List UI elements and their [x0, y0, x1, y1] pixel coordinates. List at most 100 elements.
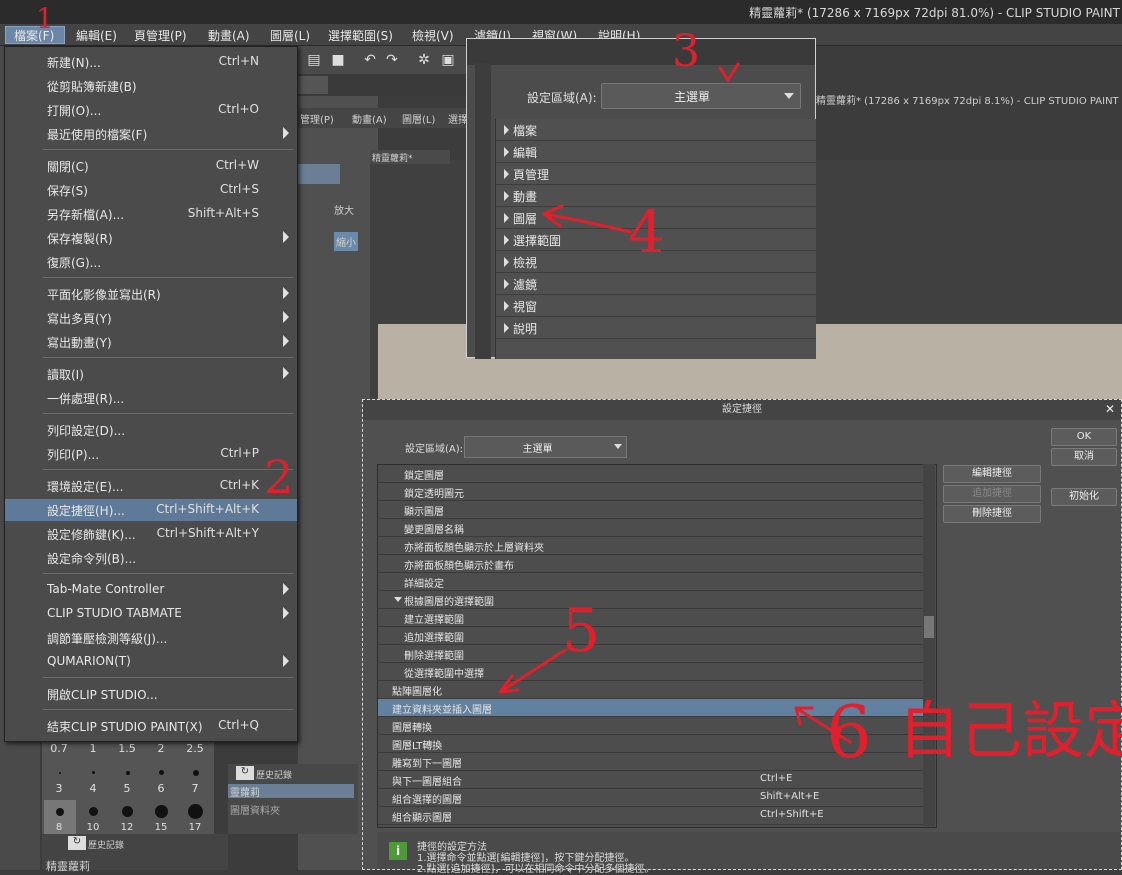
- history-tab-label[interactable]: 歷史記錄: [88, 838, 124, 851]
- category-row-page[interactable]: 頁管理: [496, 163, 816, 185]
- brush-size-label[interactable]: 6: [144, 782, 178, 795]
- file-menu-item-batch[interactable]: 一併處理(R)...: [5, 387, 297, 409]
- scrollbar-thumb[interactable]: [924, 616, 934, 638]
- bg-document-tab[interactable]: 精靈蘿莉*: [370, 150, 450, 164]
- menu-selection[interactable]: 選擇範圍(S): [328, 27, 393, 44]
- command-row[interactable]: 亦將面板顏色顯示於畫布: [378, 555, 924, 573]
- file-menu-item-export-flatten[interactable]: 平面化影像並寫出(R): [5, 283, 297, 305]
- panel-tab[interactable]: [298, 164, 340, 184]
- command-row[interactable]: 顯示圖層: [378, 501, 924, 519]
- area-select[interactable]: 主選單: [601, 83, 801, 109]
- command-row[interactable]: 刪除選擇範圍: [378, 645, 924, 663]
- file-menu-item-tabmate-controller[interactable]: Tab-Mate Controller: [5, 579, 297, 601]
- list-scrollbar[interactable]: [923, 464, 935, 826]
- command-row[interactable]: 從選擇範圍中選擇: [378, 663, 924, 681]
- command-row[interactable]: 亦將面板顏色顯示於上層資料夾: [378, 537, 924, 555]
- brush-size-label[interactable]: 15: [144, 822, 178, 833]
- menu-file[interactable]: 檔案(F): [5, 26, 65, 44]
- brush-size-label[interactable]: 1: [76, 742, 110, 755]
- file-menu-item-recent[interactable]: 最近使用的檔案(F): [5, 123, 297, 145]
- menu-edit[interactable]: 編輯(E): [76, 27, 117, 44]
- document-tab[interactable]: [298, 76, 328, 94]
- file-menu-item-save[interactable]: 保存(S) Ctrl+S: [5, 179, 297, 201]
- history-icon[interactable]: ↻: [68, 836, 86, 850]
- category-row-file[interactable]: 檔案: [496, 119, 816, 141]
- command-row[interactable]: 鎖定圖層: [378, 465, 924, 483]
- folder-icon[interactable]: ▤: [306, 52, 322, 68]
- file-menu-item-modifier-keys[interactable]: 設定修飾鍵(K)... Ctrl+Shift+Alt+Y: [5, 523, 297, 545]
- file-menu-item-revert[interactable]: 復原(G)...: [5, 251, 297, 273]
- file-menu-item-print-settings[interactable]: 列印設定(D)...: [5, 419, 297, 441]
- category-row-help[interactable]: 說明: [496, 317, 816, 339]
- file-menu-item-command-bar[interactable]: 設定命令列(B)...: [5, 547, 297, 569]
- command-row[interactable]: 鎖定透明圖元: [378, 483, 924, 501]
- file-menu-item-save-as[interactable]: 另存新檔(A)... Shift+Alt+S: [5, 203, 297, 225]
- brush-size-label[interactable]: 1.5: [110, 742, 144, 755]
- menu-page[interactable]: 頁管理(P): [134, 27, 187, 44]
- layer-row-selected[interactable]: 靈蘿莉: [228, 784, 354, 799]
- history-tab-label[interactable]: 歷史記錄: [256, 768, 292, 781]
- delete-shortcut-button[interactable]: 刪除捷徑: [943, 505, 1041, 523]
- file-menu-item-print[interactable]: 列印(P)... Ctrl+P: [5, 443, 297, 465]
- file-menu-item-exit[interactable]: 結束CLIP STUDIO PAINT(X) Ctrl+Q: [5, 715, 297, 737]
- command-row[interactable]: 組合顯示圖層 Ctrl+Shift+E: [378, 807, 924, 825]
- transform-icon[interactable]: ▣: [440, 52, 456, 68]
- command-row[interactable]: 組合選擇的圖層 Shift+Alt+E: [378, 789, 924, 807]
- cancel-button[interactable]: 取消: [1051, 448, 1117, 466]
- undo-icon[interactable]: ↶: [362, 52, 378, 68]
- file-menu-item-pen-pressure[interactable]: 調節筆壓檢測等級(J)...: [5, 627, 297, 649]
- file-menu-item-qumarion[interactable]: QUMARION(T): [5, 651, 297, 673]
- bg-menu-selection[interactable]: 選擇: [448, 111, 468, 126]
- menu-view[interactable]: 檢視(V): [412, 27, 454, 44]
- file-menu-item-export-pages[interactable]: 寫出多頁(Y): [5, 307, 297, 329]
- file-menu-item-new[interactable]: 新建(N)... Ctrl+N: [5, 51, 297, 73]
- history-item[interactable]: 精靈蘿莉: [46, 858, 90, 874]
- brush-size-label[interactable]: 4: [76, 782, 110, 795]
- category-row-filter[interactable]: 濾鏡: [496, 273, 816, 295]
- bg-menu-animation[interactable]: 動畫(A): [352, 111, 387, 126]
- command-group-row[interactable]: 根據圖層的選擇範圍: [378, 591, 924, 609]
- file-menu-item-clip-tabmate[interactable]: CLIP STUDIO TABMATE: [5, 603, 297, 625]
- add-shortcut-button[interactable]: 追加捷徑: [943, 485, 1041, 503]
- file-menu-item-shortcut-settings[interactable]: 設定捷徑(H)... Ctrl+Shift+Alt+K: [5, 499, 297, 521]
- category-row-edit[interactable]: 編輯: [496, 141, 816, 163]
- command-row[interactable]: 追加選擇範圍: [378, 627, 924, 645]
- brush-size-label[interactable]: 0.7: [42, 742, 76, 755]
- brush-size-label[interactable]: 12: [110, 822, 144, 833]
- layer-folder-name[interactable]: 圖層資料夾: [230, 802, 280, 817]
- zoom-in-label[interactable]: 放大: [334, 202, 354, 217]
- menu-layer[interactable]: 圖層(L): [270, 27, 310, 44]
- bg-menu-layer[interactable]: 圖層(L): [402, 111, 435, 126]
- spinner-icon[interactable]: ✲: [416, 52, 432, 68]
- save-icon[interactable]: ■: [330, 52, 346, 68]
- close-icon[interactable]: ✕: [1105, 402, 1119, 416]
- file-menu-item-open-clip-studio[interactable]: 開啟CLIP STUDIO...: [5, 683, 297, 705]
- brush-size-label[interactable]: 3: [42, 782, 76, 795]
- command-row[interactable]: 建立選擇範圍: [378, 609, 924, 627]
- file-menu-item-open[interactable]: 打開(O)... Ctrl+O: [5, 99, 297, 121]
- brush-size-label[interactable]: 5: [110, 782, 144, 795]
- redo-icon[interactable]: ↷: [384, 52, 400, 68]
- reset-button[interactable]: 初始化: [1051, 488, 1117, 506]
- history-icon[interactable]: ↻: [236, 766, 254, 780]
- brush-size-label[interactable]: 8: [42, 822, 76, 833]
- brush-size-label[interactable]: 10: [76, 822, 110, 833]
- command-row[interactable]: 變更圖層名稱: [378, 519, 924, 537]
- file-menu-item-save-copy[interactable]: 保存複製(R): [5, 227, 297, 249]
- file-menu-item-new-from-clipboard[interactable]: 從剪貼簿新建(B): [5, 75, 297, 97]
- brush-size-label[interactable]: 7: [178, 782, 212, 795]
- file-menu-item-import[interactable]: 讀取(I): [5, 363, 297, 385]
- brush-size-label[interactable]: 2.5: [178, 742, 212, 755]
- brush-size-label[interactable]: 17: [178, 822, 212, 833]
- edit-shortcut-button[interactable]: 編輯捷徑: [943, 465, 1041, 483]
- file-menu-item-preferences[interactable]: 環境設定(E)... Ctrl+K: [5, 475, 297, 497]
- bg-menu-page[interactable]: 管理(P): [300, 111, 334, 126]
- file-menu-item-export-animation[interactable]: 寫出動畫(Y): [5, 331, 297, 353]
- ok-button[interactable]: OK: [1051, 428, 1117, 446]
- dialog-area-select[interactable]: 主選單: [464, 436, 627, 458]
- zoom-out-label[interactable]: 縮小: [334, 232, 358, 251]
- menu-animation[interactable]: 動畫(A): [208, 27, 250, 44]
- command-row[interactable]: 詳細設定: [378, 573, 924, 591]
- file-menu-item-close[interactable]: 關閉(C) Ctrl+W: [5, 155, 297, 177]
- category-row-window[interactable]: 視窗: [496, 295, 816, 317]
